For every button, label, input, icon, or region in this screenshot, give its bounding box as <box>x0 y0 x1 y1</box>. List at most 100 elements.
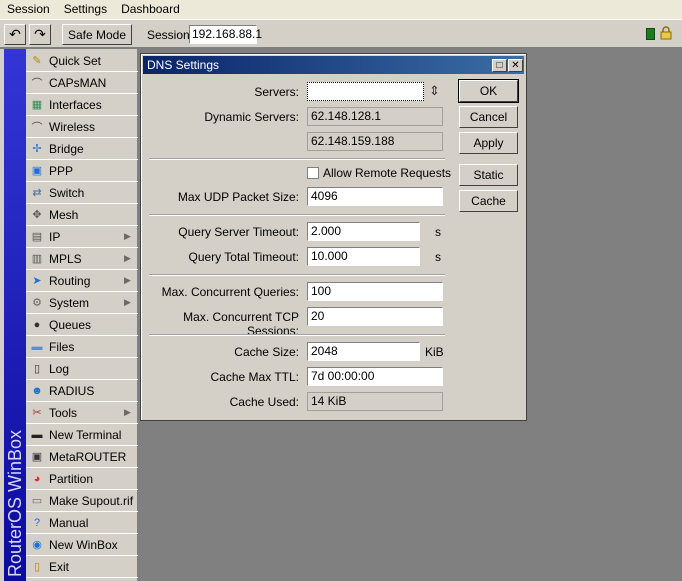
ok-button[interactable]: OK <box>458 79 519 103</box>
sidebar-item-mpls[interactable]: ▥ MPLS ▶ <box>26 248 138 270</box>
mesh-icon: ✥ <box>32 209 42 221</box>
sidebar-item-ppp[interactable]: ▣ PPP <box>26 160 138 182</box>
cache-size-input[interactable]: 2048 <box>307 342 420 361</box>
sidebar-item-tools[interactable]: ✂ Tools ▶ <box>26 402 138 424</box>
exit-icon: ▯ <box>33 561 41 573</box>
max-concurrent-queries-input[interactable]: 100 <box>307 282 443 301</box>
sidebar-item-switch[interactable]: ⇄ Switch <box>26 182 138 204</box>
cache-max-ttl-label: Cache Max TTL: <box>210 370 299 384</box>
capsman-icon: ⌒ <box>31 77 43 90</box>
cache-button[interactable]: Cache <box>459 190 518 212</box>
lock-icon <box>660 26 672 40</box>
kib-unit: KiB <box>425 345 444 359</box>
cache-max-ttl-input[interactable]: 7d 00:00:00 <box>307 367 443 386</box>
servers-label: Servers: <box>254 85 299 99</box>
sidebar-item-label: RADIUS <box>49 383 95 398</box>
sidebar-menu: ✎ Quick Set ⌒ CAPsMAN ▦ Interfaces ⌒ Wireless ✢ B… <box>26 49 138 581</box>
sidebar-item-quick-set[interactable]: ✎ Quick Set <box>26 50 138 72</box>
menu-settings[interactable]: Settings <box>57 0 114 19</box>
sidebar-item-log[interactable]: ▯ Log <box>26 358 138 380</box>
interfaces-icon: ▦ <box>31 99 43 111</box>
allow-remote-checkbox[interactable] <box>307 167 319 179</box>
supout-icon: ▭ <box>31 495 43 507</box>
max-concurrent-queries-label: Max. Concurrent Queries: <box>161 285 299 299</box>
dns-window-titlebar[interactable]: DNS Settings □ ✕ <box>143 56 524 74</box>
bridge-icon: ✢ <box>32 143 42 155</box>
sidebar-item-label: Quick Set <box>49 53 102 68</box>
chevron-right-icon: ▶ <box>124 253 131 263</box>
sidebar-item-routing[interactable]: ➤ Routing ▶ <box>26 270 138 292</box>
sidebar-item-label: Mesh <box>49 207 79 222</box>
allow-remote-label: Allow Remote Requests <box>323 166 452 180</box>
brand-text: RouterOS WinBox <box>5 429 25 577</box>
sidebar-item-new-terminal[interactable]: ▬ New Terminal <box>26 424 138 446</box>
sidebar-item-radius[interactable]: ☻ RADIUS <box>26 380 138 402</box>
close-button[interactable]: ✕ <box>508 59 523 72</box>
servers-input[interactable] <box>307 82 424 101</box>
sidebar-item-wireless[interactable]: ⌒ Wireless <box>26 116 138 138</box>
servers-spinner-icon[interactable]: ⇕ <box>429 83 440 99</box>
menubar: Session Settings Dashboard <box>0 0 682 19</box>
sidebar-item-new-winbox[interactable]: ◉ New WinBox <box>26 534 138 556</box>
cancel-button[interactable]: Cancel <box>459 106 518 128</box>
static-button[interactable]: Static <box>459 164 518 186</box>
undo-button[interactable]: ↶ <box>4 24 26 45</box>
sidebar-item-manual[interactable]: ? Manual <box>26 512 138 534</box>
sidebar-item-partition[interactable]: ◕ Partition <box>26 468 138 490</box>
query-server-timeout-input[interactable]: 2.000 <box>307 222 420 241</box>
sidebar-item-interfaces[interactable]: ▦ Interfaces <box>26 94 138 116</box>
chevron-right-icon: ▶ <box>124 231 131 241</box>
menu-dashboard[interactable]: Dashboard <box>114 0 187 19</box>
sidebar-item-bridge[interactable]: ✢ Bridge <box>26 138 138 160</box>
session-address: 192.168.88.1 <box>189 25 262 44</box>
sidebar-item-mesh[interactable]: ✥ Mesh <box>26 204 138 226</box>
sidebar-item-label: Manual <box>49 515 89 530</box>
sidebar-item-label: MetaROUTER <box>49 449 127 464</box>
sidebar-item-label: New Terminal <box>49 427 122 442</box>
quick-set-icon: ✎ <box>32 55 42 67</box>
safe-mode-button[interactable]: Safe Mode <box>62 24 132 45</box>
chevron-right-icon: ▶ <box>124 407 131 417</box>
wireless-icon: ⌒ <box>31 121 43 134</box>
separator <box>149 334 445 336</box>
redo-button[interactable]: ↷ <box>29 24 51 45</box>
chevron-right-icon: ▶ <box>124 275 131 285</box>
sidebar-item-make-supout-rif[interactable]: ▭ Make Supout.rif <box>26 490 138 512</box>
sidebar-item-queues[interactable]: ● Queues <box>26 314 138 336</box>
undo-icon: ↶ <box>9 26 21 42</box>
sidebar-item-metarouter[interactable]: ▣ MetaROUTER <box>26 446 138 468</box>
sidebar-item-capsman[interactable]: ⌒ CAPsMAN <box>26 72 138 94</box>
sidebar-item-label: New WinBox <box>49 537 118 552</box>
chevron-right-icon: ▶ <box>124 297 131 307</box>
queues-icon: ● <box>33 318 41 331</box>
query-server-timeout-label: Query Server Timeout: <box>178 225 299 239</box>
dynamic-server-1: 62.148.128.1 <box>307 107 443 126</box>
routing-icon: ➤ <box>32 275 42 287</box>
menu-session[interactable]: Session <box>0 0 57 19</box>
sidebar-item-ip[interactable]: ▤ IP ▶ <box>26 226 138 248</box>
sidebar-item-label: Tools <box>49 405 78 420</box>
max-concurrent-tcp-input[interactable]: 20 <box>307 307 443 326</box>
sidebar-item-system[interactable]: ⚙ System ▶ <box>26 292 138 314</box>
max-udp-label: Max UDP Packet Size: <box>177 190 299 204</box>
cache-size-label: Cache Size: <box>234 345 299 359</box>
sidebar-item-exit[interactable]: ▯ Exit <box>26 556 138 578</box>
apply-button[interactable]: Apply <box>459 132 518 154</box>
winbox-icon: ◉ <box>32 539 42 551</box>
sidebar-item-label: Log <box>49 361 70 376</box>
sidebar-item-label: Wireless <box>49 119 96 134</box>
sidebar-item-label: Files <box>49 339 75 354</box>
toolbar: ↶ ↷ Safe Mode Session: 192.168.88.1 <box>0 19 682 48</box>
separator <box>149 214 445 216</box>
sidebar-item-label: Interfaces <box>49 97 102 112</box>
dynamic-servers-label: Dynamic Servers: <box>204 110 299 124</box>
restore-icon: □ <box>496 60 503 71</box>
restore-button[interactable]: □ <box>492 59 507 72</box>
seconds-unit: s <box>435 250 441 264</box>
query-total-timeout-input[interactable]: 10.000 <box>307 247 420 266</box>
separator <box>149 158 445 160</box>
max-udp-input[interactable]: 4096 <box>307 187 443 206</box>
mpls-icon: ▥ <box>31 253 43 265</box>
session-label: Session: <box>147 28 194 42</box>
sidebar-item-files[interactable]: ▬ Files <box>26 336 138 358</box>
